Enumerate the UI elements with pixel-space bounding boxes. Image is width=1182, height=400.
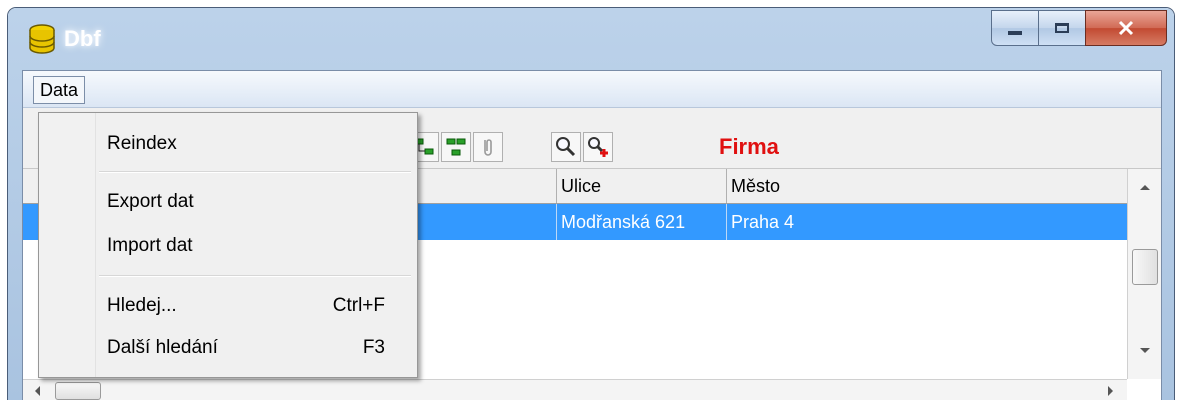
link-records-icon [446,138,466,156]
menu-icon-gutter [39,113,96,377]
toolbar-button-attach[interactable] [473,132,503,162]
menu-item-import[interactable]: Import dat [107,235,193,257]
window-title: Dbf [64,26,101,51]
data-menu-dropdown: Reindex Export dat Import dat Hledej... … [38,112,418,378]
scroll-left-icon[interactable] [33,385,41,397]
scroll-up-icon[interactable] [1139,183,1151,191]
attachment-icon [484,139,492,156]
close-button[interactable] [1085,10,1167,46]
menu-separator [99,275,411,277]
search-next-icon [588,137,608,157]
menu-item-next-search[interactable]: Další hledání [107,337,218,359]
search-icon [556,137,576,157]
maximize-icon [1055,23,1069,33]
database-icon [28,24,56,54]
app-window: Dbf Data Firma Ulice Město Modřanská 621… [8,8,1174,400]
menu-data[interactable]: Data [33,76,86,104]
title-bar[interactable]: Dbf [8,8,1174,70]
search-button[interactable] [551,132,581,162]
horizontal-scroll-thumb[interactable] [55,382,101,400]
vertical-scrollbar[interactable] [1127,169,1161,379]
toolbar-button-link[interactable] [441,132,471,162]
minimize-button[interactable] [991,10,1039,46]
menu-separator [99,171,411,173]
close-icon [1118,20,1134,36]
menu-bar: Data [23,71,1161,108]
scroll-right-icon[interactable] [1107,385,1115,397]
menu-item-search[interactable]: Hledej... [107,295,177,317]
horizontal-scrollbar[interactable] [23,379,1127,400]
cell-ulice: Modřanská 621 [557,204,727,240]
menu-shortcut-next-search: F3 [362,337,385,358]
minimize-icon [1008,31,1022,35]
cell-mesto: Praha 4 [731,212,795,232]
search-next-button[interactable] [583,132,613,162]
vertical-scroll-thumb[interactable] [1132,249,1158,285]
column-header-ulice[interactable]: Ulice [557,169,727,203]
firma-label: Firma [719,134,779,159]
scroll-down-icon[interactable] [1139,347,1151,355]
column-header-mesto[interactable]: Město [727,169,1127,203]
maximize-button[interactable] [1038,10,1086,46]
menu-item-reindex[interactable]: Reindex [107,133,177,155]
menu-shortcut-search: Ctrl+F [332,295,385,316]
menu-item-export[interactable]: Export dat [107,191,194,213]
